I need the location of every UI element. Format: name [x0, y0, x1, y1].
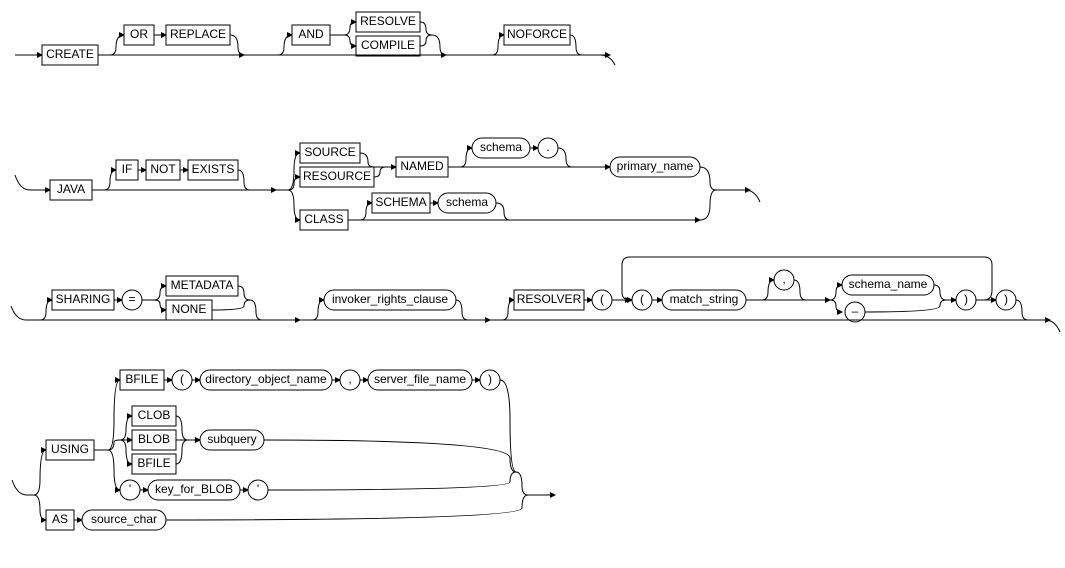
- sq2-text: ': [257, 482, 259, 496]
- comma-text: ,: [782, 272, 785, 286]
- lparen2-text: (: [640, 292, 644, 306]
- not-text: NOT: [150, 162, 176, 176]
- syntax-diagram: CREATE OR REPLACE AND RESOLVE COMPILE NO…: [10, 10, 1065, 558]
- source-char-text: source_char: [91, 512, 157, 526]
- comma2-text: ,: [348, 372, 351, 386]
- compile-text: COMPILE: [361, 38, 415, 52]
- or-text: OR: [130, 27, 148, 41]
- resolve-text: RESOLVE: [360, 14, 416, 28]
- schema2-text: schema: [446, 195, 488, 209]
- resource-text: RESOURCE: [303, 169, 371, 183]
- blob-text: BLOB: [138, 432, 170, 446]
- source-text: SOURCE: [304, 145, 355, 159]
- metadata-text: METADATA: [171, 278, 234, 292]
- lparen-text: (: [600, 292, 604, 306]
- match-string-text: match_string: [670, 292, 739, 306]
- primary-name-text: primary_name: [617, 159, 694, 173]
- dot-text: .: [546, 140, 549, 154]
- as-text: AS: [52, 512, 68, 526]
- exists-text: EXISTS: [192, 162, 235, 176]
- named-text: NAMED: [400, 159, 444, 173]
- create-text: CREATE: [46, 47, 94, 61]
- rparen3-text: ): [488, 372, 492, 386]
- bfile-text: BFILE: [125, 372, 158, 386]
- if-text: IF: [122, 162, 133, 176]
- java-text: JAVA: [57, 182, 85, 196]
- resolver-text: RESOLVER: [517, 292, 582, 306]
- sq1-text: ': [129, 482, 131, 496]
- none-text: NONE: [172, 302, 207, 316]
- directory-object-text: directory_object_name: [205, 372, 327, 386]
- schema-name-text: schema_name: [849, 277, 928, 291]
- using-text: USING: [51, 442, 89, 456]
- bfile2-text: BFILE: [137, 456, 170, 470]
- and-text: AND: [298, 27, 324, 41]
- lparen3-text: (: [180, 372, 184, 386]
- replace-text: REPLACE: [170, 27, 226, 41]
- class-text: CLASS: [304, 212, 343, 226]
- invoker-rights-text: invoker_rights_clause: [332, 292, 448, 306]
- schema-kw-text: SCHEMA: [375, 195, 426, 209]
- schema-text: schema: [480, 140, 522, 154]
- rparen2-text: ): [1004, 292, 1008, 306]
- key-for-blob-text: key_for_BLOB: [155, 482, 233, 496]
- sharing-text: SHARING: [56, 292, 111, 306]
- rparen-text: ): [964, 292, 968, 306]
- subquery-text: subquery: [207, 432, 256, 446]
- server-file-text: server_file_name: [374, 372, 466, 386]
- equals-text: =: [128, 292, 135, 306]
- clob-text: CLOB: [138, 408, 171, 422]
- noforce-text: NOFORCE: [507, 27, 567, 41]
- dash-text: –: [852, 304, 859, 318]
